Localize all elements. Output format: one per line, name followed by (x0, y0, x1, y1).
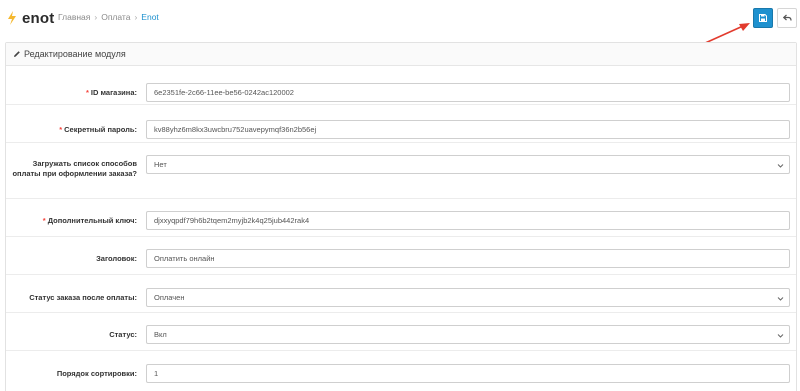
additional-key-input[interactable]: djxxyqpdf79h6b2tqem2myjb2k4q25jub442rak4 (146, 211, 790, 230)
breadcrumb-payments[interactable]: Оплата (101, 12, 130, 22)
top-bar: enot Главная › Оплата › Enot (0, 0, 800, 37)
pencil-icon (13, 50, 21, 58)
logo[interactable]: enot (6, 9, 54, 27)
breadcrumb-separator: › (134, 12, 138, 22)
form-row-additional-key: * Дополнительный ключ: djxxyqpdf79h6b2tqe… (6, 199, 796, 237)
form-row-order-status: Статус заказа после оплаты: Оплачен (6, 275, 796, 313)
form-row-title: Заголовок: Оплатить онлайн (6, 237, 796, 275)
field-label: * ID магазина: (85, 88, 137, 97)
panel-heading: Редактирование модуля (6, 43, 796, 66)
save-icon (759, 14, 767, 22)
breadcrumb-current[interactable]: Enot (141, 12, 159, 22)
field-label: Загружать список способов оплаты при офо… (12, 159, 137, 178)
field-label: Заголовок: (96, 254, 137, 263)
form-row-secret: * Секретный пароль: kv88yhz6m8kx3uwcbru75… (6, 105, 796, 143)
logo-mark-icon (8, 11, 16, 25)
chevron-down-icon (777, 334, 784, 338)
field-label: * Секретный пароль: (59, 125, 137, 134)
form-row-shop-id: * ID магазина: 6e2351fe-2c66-11ee-be56-02… (6, 67, 796, 105)
breadcrumb: Главная › Оплата › Enot (58, 12, 159, 22)
edit-module-panel: Редактирование модуля * ID магазина: 6e23… (5, 42, 797, 391)
field-label: Статус заказа после оплаты: (29, 293, 137, 302)
form-row-sort-order: Порядок сортировки: 1 (6, 351, 796, 391)
field-label: Статус: (109, 330, 137, 339)
reply-icon (782, 14, 792, 21)
breadcrumb-separator: › (94, 12, 98, 22)
field-label: Порядок сортировки: (56, 369, 137, 378)
title-input[interactable]: Оплатить онлайн (146, 249, 790, 268)
save-button[interactable] (753, 8, 773, 28)
sort-order-input[interactable]: 1 (146, 364, 790, 383)
breadcrumb-home[interactable]: Главная (58, 12, 90, 22)
status-select[interactable]: Вкл (146, 325, 790, 344)
logo-text: enot (22, 9, 55, 27)
form-row-load-methods: Загружать список способов оплаты при офо… (6, 143, 796, 199)
panel-title: Редактирование модуля (24, 49, 126, 59)
chevron-down-icon (777, 164, 784, 168)
back-button[interactable] (777, 8, 797, 28)
secret-password-input[interactable]: kv88yhz6m8kx3uwcbru752uavepymqf36n2b56ej (146, 120, 790, 139)
chevron-down-icon (777, 297, 784, 301)
load-methods-select[interactable]: Нет (146, 155, 790, 174)
form-row-status: Статус: Вкл (6, 313, 796, 351)
order-status-select[interactable]: Оплачен (146, 288, 790, 307)
field-label: * Дополнительный ключ: (42, 216, 137, 225)
shop-id-input[interactable]: 6e2351fe-2c66-11ee-be56-0242ac120002 (146, 83, 790, 102)
